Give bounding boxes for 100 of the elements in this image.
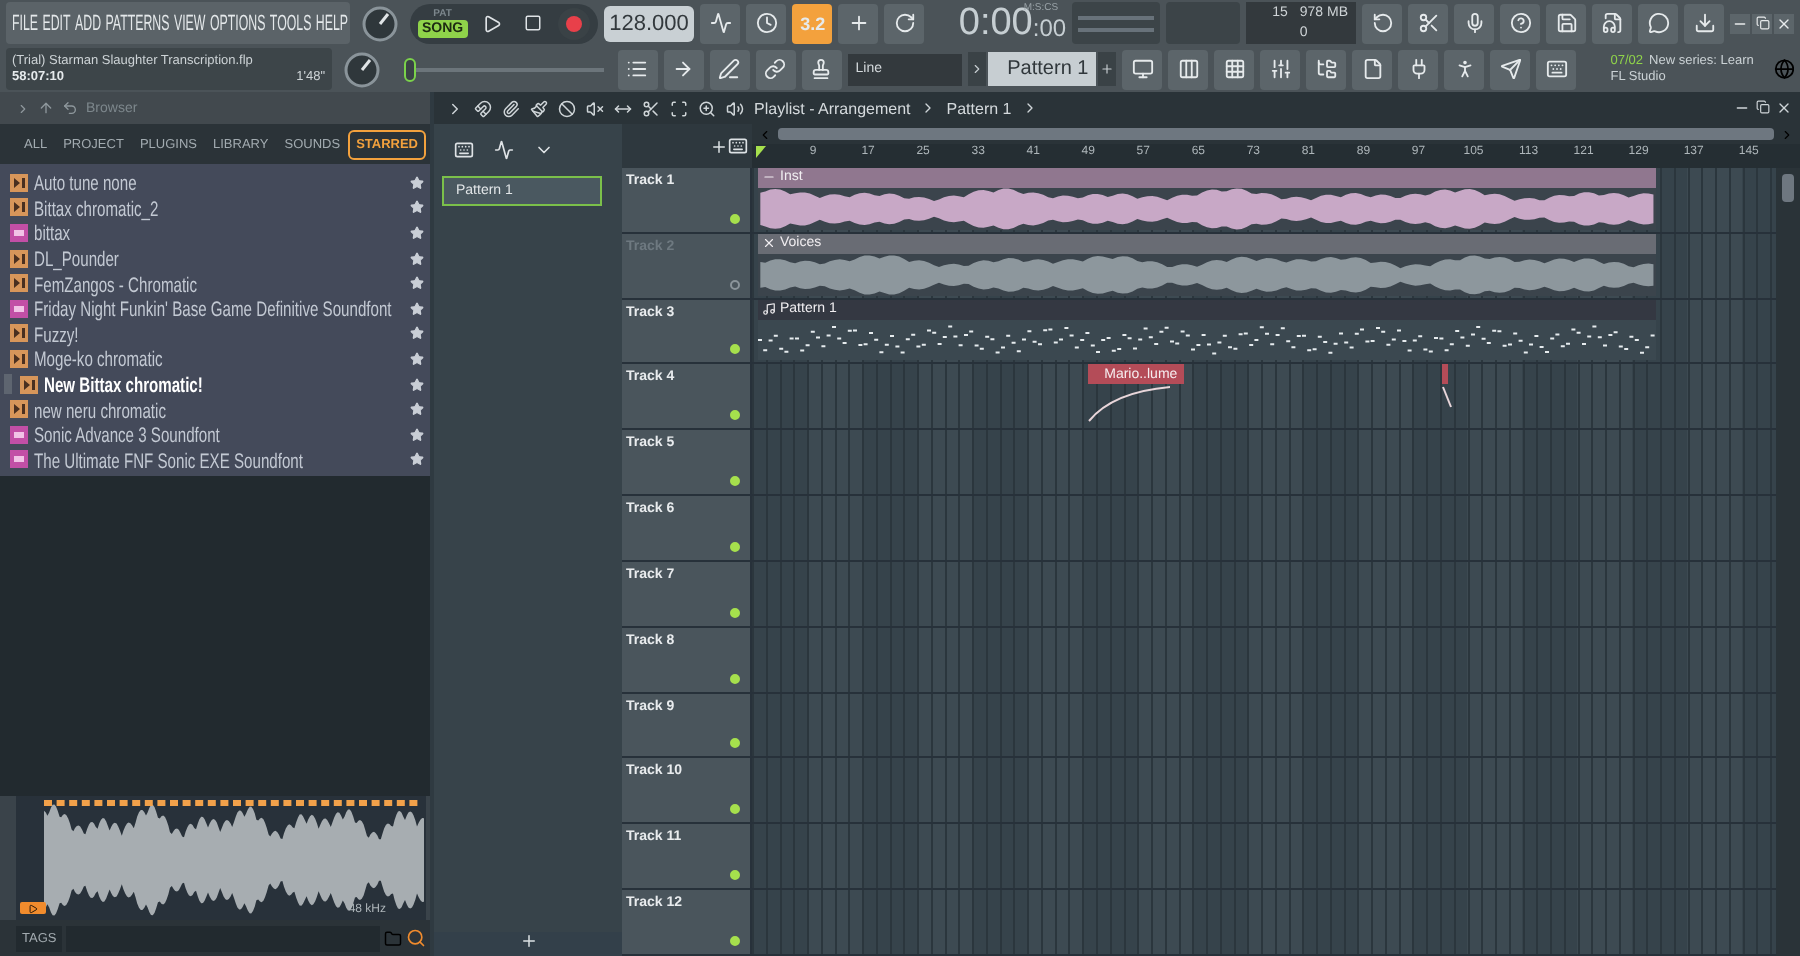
menu-item[interactable]: OPTIONS (209, 11, 266, 35)
track-enable-led[interactable] (730, 279, 740, 290)
toolbar-button[interactable] (1444, 49, 1485, 89)
menu-item[interactable]: HELP (315, 11, 349, 35)
toolbar-button[interactable] (1546, 3, 1587, 43)
scrollbar-thumb[interactable] (1782, 174, 1794, 202)
output-meter (1072, 2, 1160, 44)
restore-button[interactable] (1752, 13, 1773, 33)
toolbar-button[interactable] (1684, 3, 1725, 43)
help-icon (1509, 12, 1532, 34)
star-icon[interactable] (410, 251, 424, 266)
track-enable-led[interactable] (730, 870, 740, 881)
minimize-button[interactable] (1730, 13, 1751, 33)
toolbar-button[interactable] (1352, 49, 1393, 89)
toolbar-button[interactable] (1638, 3, 1679, 43)
browser-item[interactable]: New Bittax chromatic! (0, 371, 430, 397)
toolbar-button[interactable] (1490, 49, 1531, 89)
menu-item[interactable]: ADD (75, 11, 102, 35)
track-enable-led[interactable] (730, 607, 740, 618)
browser-item[interactable]: The Ultimate FNF Sonic EXE Soundfont (0, 447, 430, 473)
star-icon[interactable] (410, 276, 424, 291)
slider-thumb[interactable] (403, 57, 416, 81)
star-icon[interactable] (410, 452, 424, 467)
toolbar-button[interactable] (1168, 49, 1209, 89)
browser-item-name: Sonic Advance 3 Soundfont (34, 424, 220, 449)
toolbar-button[interactable] (663, 49, 704, 89)
track-enable-led[interactable] (730, 476, 740, 487)
browser-item[interactable]: Friday Night Funkin' Base Game Definitive Soundfont (0, 295, 430, 322)
save-icon (1555, 12, 1578, 34)
menu-item[interactable]: VIEW (173, 11, 206, 35)
toolbar-button[interactable] (709, 49, 750, 89)
previous-pattern-button[interactable] (968, 52, 987, 86)
menu-item[interactable]: EDIT (42, 11, 71, 35)
browser-item[interactable]: FemZangos - Chromatic (0, 270, 430, 296)
star-icon[interactable] (410, 301, 424, 316)
automation-marker[interactable] (1442, 364, 1449, 385)
star-icon[interactable] (410, 326, 424, 341)
star-icon[interactable] (410, 402, 424, 417)
soundfont-icon (10, 299, 28, 318)
toolbar-button[interactable] (1536, 49, 1577, 89)
browser-item[interactable]: Sonic Advance 3 Soundfont (0, 421, 430, 448)
playlist-pattern[interactable]: Pattern 1 (946, 99, 1012, 117)
scrollbar-thumb[interactable] (778, 128, 1774, 140)
pattern-select[interactable]: Pattern 1 (988, 52, 1097, 86)
playhead-marker[interactable] (756, 146, 766, 158)
toolbar-button[interactable] (1454, 3, 1495, 43)
track-enable-led[interactable] (730, 673, 740, 684)
knob[interactable] (341, 49, 382, 89)
toolbar-button[interactable] (1362, 3, 1403, 43)
chat-icon (1647, 12, 1670, 34)
toolbar-button[interactable] (755, 49, 796, 89)
star-icon[interactable] (410, 200, 424, 215)
menu-item[interactable]: FILE (12, 11, 38, 35)
star-icon[interactable] (410, 377, 424, 392)
track-enable-led[interactable] (730, 804, 740, 815)
browser-item[interactable]: DL_Pounder (0, 245, 430, 271)
toolbar-button[interactable] (617, 49, 658, 89)
toolbar-button[interactable] (746, 3, 787, 43)
add-pattern-button[interactable] (1098, 52, 1117, 86)
toolbar-button[interactable] (1398, 49, 1439, 89)
menu-item[interactable]: TOOLS (269, 11, 312, 35)
star-icon[interactable] (410, 175, 424, 190)
close-button[interactable] (1774, 13, 1795, 33)
preset-icon (20, 375, 38, 394)
track-enable-led[interactable] (730, 213, 740, 224)
preview-play-button[interactable] (20, 902, 46, 914)
folder-tree-icon (1315, 58, 1338, 80)
toolbar-button[interactable] (884, 3, 925, 43)
tempo-display[interactable]: 128.000 (603, 5, 695, 41)
browser-item[interactable]: Fuzzy! (0, 321, 430, 347)
toolbar-button[interactable] (1122, 49, 1163, 89)
knob[interactable] (360, 3, 400, 43)
search-icon[interactable] (406, 928, 426, 948)
track-enable-led[interactable] (730, 935, 740, 946)
browser-item[interactable]: Auto tune none (0, 170, 430, 196)
track-enable-led[interactable] (730, 344, 740, 355)
track-enable-led[interactable] (730, 410, 740, 421)
toolbar-button[interactable] (1214, 49, 1255, 89)
star-icon[interactable] (410, 427, 424, 442)
toolbar-button[interactable] (1260, 49, 1301, 89)
toolbar-button[interactable] (801, 49, 842, 89)
browser-item[interactable]: Moge-ko chromatic (0, 346, 430, 372)
browser-item[interactable]: bittax (0, 220, 430, 246)
list-icon (626, 58, 649, 80)
menu-item[interactable]: PATTERNS (105, 11, 170, 35)
star-icon[interactable] (410, 225, 424, 240)
toolbar-button[interactable] (1592, 3, 1633, 43)
stretch-icon (614, 99, 632, 117)
browser-item-name: The Ultimate FNF Sonic EXE Soundfont (34, 449, 303, 474)
browser-item[interactable]: new neru chromatic (0, 396, 430, 422)
toolbar-button[interactable] (838, 3, 879, 43)
toolbar-button[interactable] (1306, 49, 1347, 89)
star-icon[interactable] (410, 351, 424, 366)
track-enable-led[interactable] (730, 738, 740, 749)
toolbar-button[interactable] (1500, 3, 1541, 43)
toolbar-button[interactable] (700, 3, 741, 43)
browser-item[interactable]: Bittax chromatic_2 (0, 195, 430, 221)
track-enable-led[interactable] (730, 541, 740, 552)
scroll-left-icon (758, 127, 772, 141)
toolbar-button[interactable] (1408, 3, 1449, 43)
